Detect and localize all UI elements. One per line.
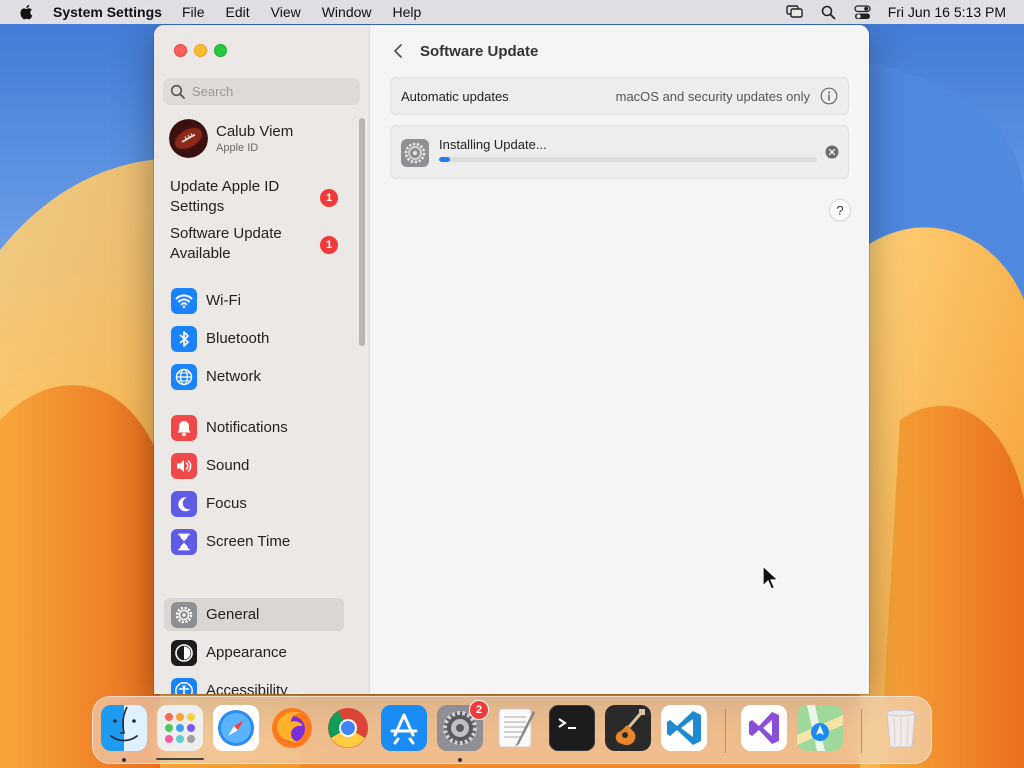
sidebar-item-screen-time[interactable]: Screen Time	[164, 525, 344, 558]
zoom-window-button[interactable]	[214, 44, 227, 57]
sidebar-search	[163, 78, 360, 105]
avatar	[169, 119, 208, 158]
back-button[interactable]	[388, 41, 408, 61]
sidebar-alert-software-update[interactable]: Software Update Available 1	[170, 224, 340, 264]
dock-maps-icon[interactable]	[796, 704, 844, 752]
globe-icon	[171, 363, 197, 390]
system-settings-window: Calub Viem Apple ID Update Apple ID Sett…	[154, 25, 869, 694]
profile-subtitle: Apple ID	[216, 142, 259, 154]
sidebar-item-accessibility[interactable]: Accessibility	[164, 674, 344, 694]
notification-badge: 2	[469, 700, 489, 720]
sidebar-item-general[interactable]: General	[164, 598, 344, 631]
sidebar-item-appearance[interactable]: Appearance	[164, 636, 344, 669]
profile-name: Calub Viem	[216, 123, 294, 140]
launchpad-underline	[156, 758, 204, 760]
spotlight-search-icon[interactable]	[820, 4, 838, 20]
install-progress-fill	[439, 157, 451, 162]
sidebar-item-label: Notifications	[206, 419, 288, 436]
help-button[interactable]: ?	[829, 199, 851, 221]
sidebar-item-label: Sound	[206, 457, 250, 474]
page-title: Software Update	[420, 42, 539, 60]
sidebar-item-label: Wi-Fi	[206, 292, 241, 309]
speaker-icon	[171, 452, 197, 479]
dock-app-store-icon[interactable]	[380, 704, 428, 752]
appearance-icon	[171, 639, 197, 666]
automatic-updates-row: Automatic updates macOS and security upd…	[390, 77, 849, 115]
menu-bar-clock[interactable]: Fri Jun 16 5:13 PM	[888, 4, 1006, 20]
search-icon	[170, 84, 185, 99]
sidebar-item-bluetooth[interactable]: Bluetooth	[164, 322, 344, 355]
sidebar-item-label: Focus	[206, 495, 247, 512]
dock-garageband-icon[interactable]	[604, 704, 652, 752]
menu-file[interactable]: File	[182, 4, 205, 20]
sidebar-item-focus[interactable]: Focus	[164, 487, 344, 520]
dock-textedit-icon[interactable]	[492, 704, 540, 752]
install-status-text: Installing Update...	[439, 137, 547, 152]
mouse-cursor-icon	[762, 565, 780, 590]
install-progress-bar	[439, 157, 817, 162]
dock-finder-icon[interactable]	[100, 704, 148, 752]
sidebar-item-notifications[interactable]: Notifications	[164, 411, 344, 444]
bluetooth-icon	[171, 325, 197, 352]
running-indicator	[458, 758, 462, 762]
menu-view[interactable]: View	[271, 4, 301, 20]
menu-help[interactable]: Help	[393, 4, 422, 20]
sidebar-item-network[interactable]: Network	[164, 360, 344, 393]
dock-firefox-icon[interactable]	[268, 704, 316, 752]
sidebar-item-label: Bluetooth	[206, 330, 270, 347]
dock-vscode-icon[interactable]	[660, 704, 708, 752]
update-install-row: Installing Update...	[390, 125, 849, 179]
dock-visual-studio-icon[interactable]	[740, 704, 788, 752]
notification-badge: 1	[320, 189, 338, 207]
screen-mirroring-icon[interactable]	[786, 4, 804, 20]
window-controls	[174, 44, 234, 57]
menu-bar: System Settings File Edit View Window He…	[0, 0, 1024, 24]
notification-badge: 1	[320, 236, 338, 254]
accessibility-icon	[171, 677, 197, 694]
software-update-gear-icon	[401, 139, 429, 167]
gear-icon	[171, 601, 197, 628]
apple-id-profile[interactable]: Calub Viem Apple ID	[169, 119, 293, 158]
info-icon[interactable]	[820, 87, 838, 105]
dock-separator	[725, 709, 726, 753]
sidebar-alert-apple-id[interactable]: Update Apple ID Settings 1	[170, 177, 340, 217]
control-center-icon[interactable]	[854, 4, 872, 20]
dock-separator	[861, 709, 862, 753]
alert-label: Update Apple ID Settings	[170, 178, 280, 215]
menu-window[interactable]: Window	[322, 4, 372, 20]
sidebar-list: Calub Viem Apple ID Update Apple ID Sett…	[154, 117, 370, 694]
bell-icon	[171, 414, 197, 441]
sidebar-item-label: Screen Time	[206, 533, 291, 550]
main-content: Software Update Automatic updates macOS …	[370, 25, 869, 694]
moon-icon	[171, 490, 197, 517]
dock-terminal-icon[interactable]	[548, 704, 596, 752]
sidebar-item-label: General	[206, 606, 260, 623]
dock-safari-icon[interactable]	[212, 704, 260, 752]
dock-launchpad-icon[interactable]	[156, 704, 204, 752]
sidebar-item-label: Accessibility	[206, 682, 288, 694]
alert-label: Software Update Available	[170, 225, 282, 262]
sidebar-item-label: Network	[206, 368, 262, 385]
wifi-icon	[171, 287, 197, 314]
app-menu[interactable]: System Settings	[53, 4, 162, 20]
menu-edit[interactable]: Edit	[226, 4, 250, 20]
running-indicator	[122, 758, 126, 762]
sidebar: Calub Viem Apple ID Update Apple ID Sett…	[154, 25, 370, 694]
cancel-update-icon[interactable]	[825, 145, 839, 159]
chevron-left-icon	[394, 44, 402, 58]
sidebar-item-wifi[interactable]: Wi-Fi	[164, 284, 344, 317]
dock: 2	[92, 696, 932, 764]
dock-trash-icon[interactable]	[877, 704, 925, 752]
apple-icon[interactable]	[18, 3, 36, 21]
minimize-window-button[interactable]	[194, 44, 207, 57]
automatic-updates-value: macOS and security updates only	[615, 88, 810, 104]
sidebar-item-sound[interactable]: Sound	[164, 449, 344, 482]
search-input[interactable]	[192, 84, 352, 99]
sidebar-item-label: Appearance	[206, 644, 287, 661]
dock-chrome-icon[interactable]	[324, 704, 372, 752]
toolbar: Software Update	[370, 25, 869, 77]
close-window-button[interactable]	[174, 44, 187, 57]
automatic-updates-label: Automatic updates	[401, 88, 509, 104]
hourglass-icon	[171, 528, 197, 555]
